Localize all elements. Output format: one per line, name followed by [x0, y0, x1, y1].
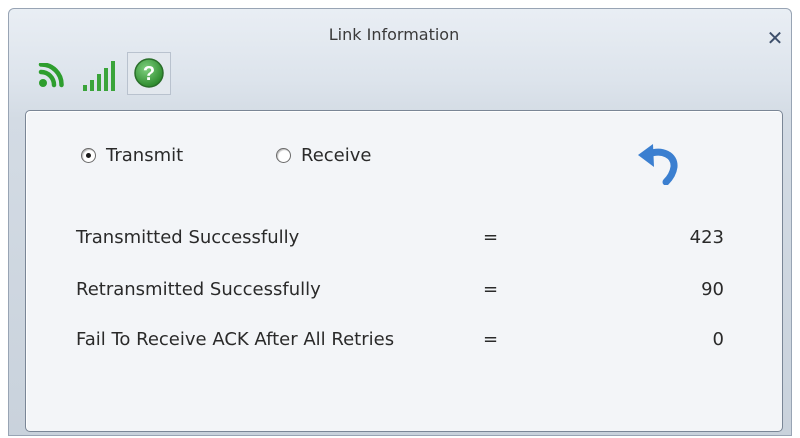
stat-row-transmitted: Transmitted Successfully = 423: [26, 227, 784, 253]
transmit-radio-circle[interactable]: [81, 148, 96, 163]
help-glyph: ?: [143, 63, 155, 85]
wifi-icon[interactable]: [37, 62, 71, 93]
receive-radio-circle[interactable]: [276, 148, 291, 163]
undo-arrow-icon: [638, 144, 678, 186]
help-icon: ?: [134, 58, 164, 88]
stat-row-retransmitted: Retransmitted Successfully = 90: [26, 279, 784, 305]
stat-value: 90: [701, 279, 724, 300]
statistics-panel: Transmit Receive Transmitted Successfull…: [25, 110, 783, 432]
stat-row-fail-ack: Fail To Receive ACK After All Retries = …: [26, 329, 784, 355]
signal-strength-icon[interactable]: [82, 59, 122, 97]
stat-equals: =: [483, 227, 499, 248]
help-button[interactable]: ?: [127, 52, 171, 95]
stat-label: Transmitted Successfully: [76, 227, 300, 248]
window-title: Link Information: [328, 25, 460, 44]
receive-radio[interactable]: Receive: [276, 145, 371, 166]
close-button[interactable]: ✕: [764, 27, 786, 49]
transmit-radio-label: Transmit: [106, 145, 184, 166]
link-information-window: Link Information ✕ ? Transmit Receive Tr…: [8, 8, 792, 436]
receive-radio-label: Receive: [301, 145, 372, 166]
stat-value: 0: [712, 329, 724, 350]
transmit-radio[interactable]: Transmit: [81, 145, 183, 166]
stat-equals: =: [483, 279, 499, 300]
stat-label: Retransmitted Successfully: [76, 279, 321, 300]
stat-value: 423: [689, 227, 724, 248]
stat-label: Fail To Receive ACK After All Retries: [76, 329, 395, 350]
refresh-button[interactable]: [629, 141, 685, 186]
stat-equals: =: [483, 329, 499, 350]
